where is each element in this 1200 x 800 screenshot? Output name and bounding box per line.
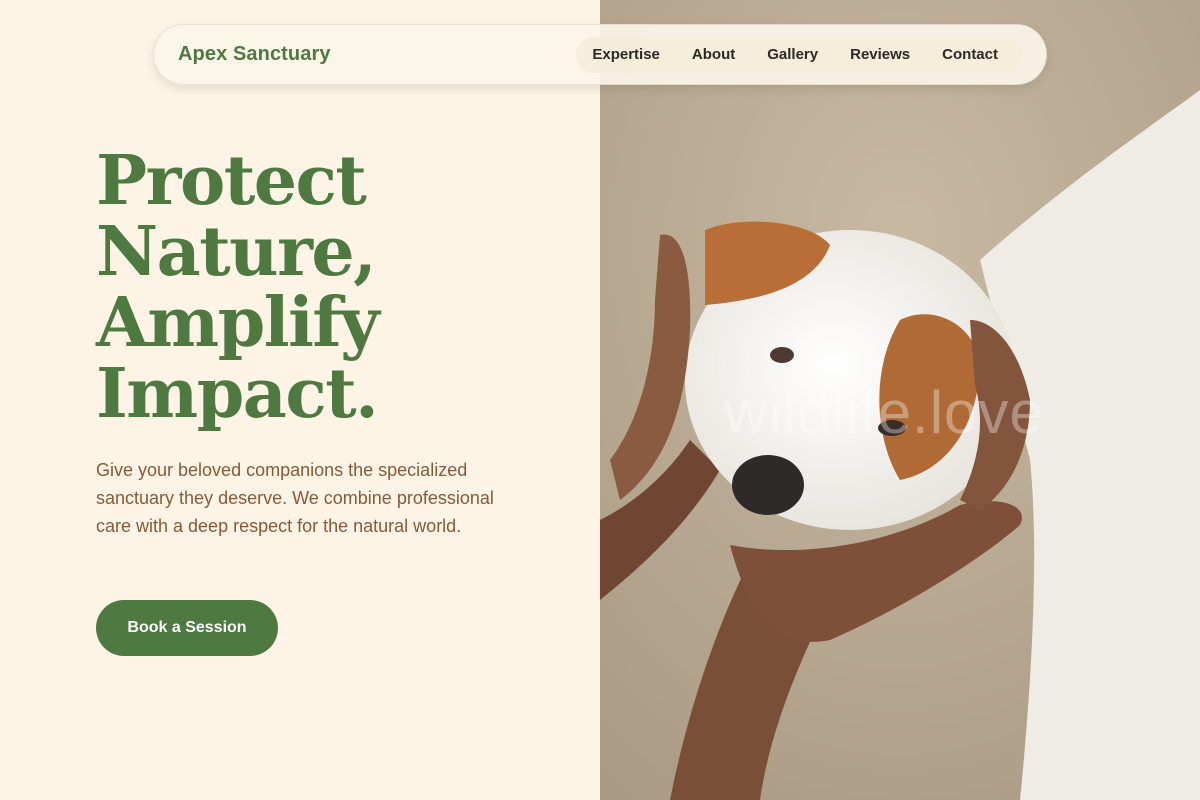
nav-link-gallery[interactable]: Gallery <box>751 46 834 63</box>
hero-left-pane: Protect Nature, Amplify Impact. Give you… <box>0 0 600 800</box>
nav-link-contact[interactable]: Contact <box>926 46 1006 63</box>
headline-line: Amplify <box>96 283 380 363</box>
headline-line: Nature, <box>96 212 377 292</box>
page: Protect Nature, Amplify Impact. Give you… <box>0 0 1200 800</box>
nav-link-expertise[interactable]: Expertise <box>592 46 676 63</box>
hero-headline: Protect Nature, Amplify Impact. <box>96 146 576 430</box>
brand-logo[interactable]: Apex Sanctuary <box>178 43 331 66</box>
headline-line: Impact. <box>96 354 379 434</box>
photo-watermark: wildlife.love <box>724 379 1044 446</box>
book-session-button[interactable]: Book a Session <box>96 600 278 656</box>
nav-link-reviews[interactable]: Reviews <box>834 46 926 63</box>
nav-links: Expertise About Gallery Reviews Contact <box>576 36 1022 73</box>
nav-link-about[interactable]: About <box>676 46 751 63</box>
headline-line: Protect <box>96 141 367 221</box>
hero-subtext: Give your beloved companions the special… <box>96 460 494 536</box>
top-navbar: Apex Sanctuary Expertise About Gallery R… <box>153 24 1047 85</box>
